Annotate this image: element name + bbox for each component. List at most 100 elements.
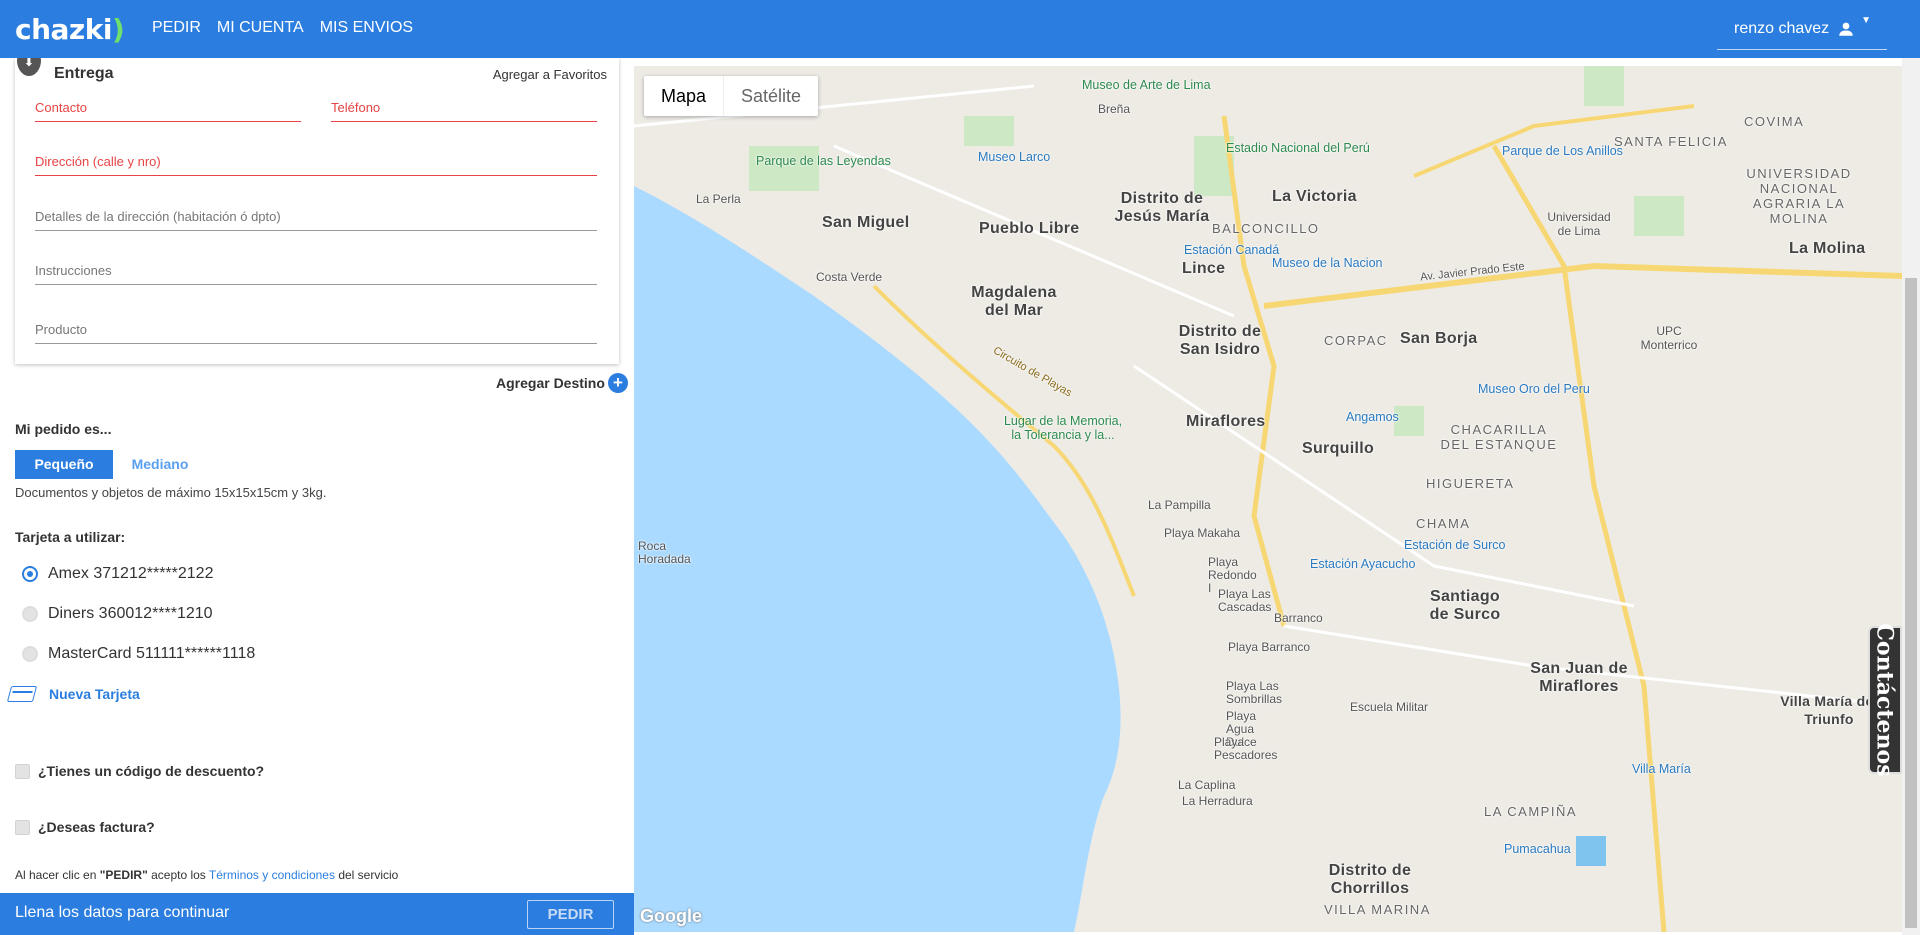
map-label: UNIVERSIDAD NACIONAL AGRARIA LA MOLINA	[1746, 166, 1852, 226]
map-label: Roca Horadada	[638, 539, 691, 566]
user-name: renzo chavez	[1734, 19, 1830, 37]
user-icon	[1839, 22, 1853, 36]
map-label: HIGUERETA	[1426, 476, 1515, 491]
map-poi[interactable]: Escuela Militar	[1350, 700, 1428, 714]
map-label: Surquillo	[1302, 440, 1375, 457]
map-label: Costa Verde	[816, 270, 883, 284]
discount-option[interactable]: ¿Tienes un código de descuento?	[15, 763, 264, 779]
map-poi[interactable]: Angamos	[1346, 410, 1399, 424]
map-label: Distrito de Jesús María	[1114, 190, 1210, 225]
map-poi[interactable]: UPC Monterrico	[1634, 324, 1704, 352]
add-destination-button[interactable]: Agregar Destino +	[496, 373, 628, 393]
contact-us-tab[interactable]: Contáctenos	[1868, 623, 1902, 777]
card-option-amex[interactable]: Amex 371212*****2122	[22, 565, 213, 583]
card-label: MasterCard 511111******1118	[48, 645, 256, 662]
radio-selected[interactable]	[22, 566, 38, 582]
map-label: La Perla	[696, 192, 741, 206]
page-scrollbar[interactable]	[1902, 58, 1920, 935]
new-card-button[interactable]: Nueva Tarjeta	[6, 686, 140, 702]
address-details-field[interactable]: Detalles de la dirección (habitación ó d…	[35, 209, 597, 231]
map-type-toggle: Mapa Satélite	[644, 76, 819, 116]
size-small-button[interactable]: Pequeño	[15, 450, 113, 479]
discount-checkbox[interactable]	[15, 763, 30, 779]
address-field[interactable]: Dirección (calle y nro)	[35, 154, 597, 176]
map-label: LA CAMPIÑA	[1484, 804, 1578, 819]
map-label: VILLA MARINA	[1324, 902, 1431, 917]
google-logo: Google	[640, 906, 702, 926]
card-option-diners[interactable]: Diners 360012****1210	[22, 605, 213, 623]
phone-field[interactable]: Teléfono	[331, 100, 597, 122]
map-pin-icon: ⬇	[17, 58, 41, 76]
map-poi[interactable]: Museo de Arte de Lima	[1082, 78, 1211, 92]
map-poi[interactable]: Universidad de Lima	[1544, 210, 1614, 238]
map-label: Playa Barranco	[1228, 640, 1311, 654]
scrollbar-thumb[interactable]	[1905, 278, 1917, 928]
map-label: Playa Las Cascadas	[1218, 587, 1272, 614]
map-label: La Herradura	[1182, 794, 1253, 808]
payment-heading: Tarjeta a utilizar:	[15, 529, 126, 545]
nav-mi-cuenta[interactable]: MI CUENTA	[217, 19, 304, 37]
map-label: Barranco	[1274, 611, 1323, 625]
terms-text: Al hacer clic en "PEDIR" acepto los Térm…	[15, 868, 399, 882]
map-label: La Victoria	[1272, 188, 1357, 205]
map-label: Miraflores	[1186, 413, 1266, 430]
map-poi[interactable]: Pumacahua	[1504, 842, 1571, 856]
order-heading: Mi pedido es...	[15, 421, 112, 437]
map-poi[interactable]: Villa María	[1632, 762, 1691, 776]
map-label: Pueblo Libre	[979, 220, 1080, 237]
map-type-mapa[interactable]: Mapa	[644, 76, 723, 116]
card-option-mastercard[interactable]: MasterCard 511111******1118	[22, 645, 255, 663]
map-poi[interactable]: Lugar de la Memoria, la Tolerancia y la.…	[998, 414, 1128, 442]
map-label: San Juan de Miraflores	[1530, 660, 1628, 695]
map-type-satelite[interactable]: Satélite	[723, 76, 818, 116]
radio-unselected[interactable]	[22, 646, 38, 662]
pedir-button[interactable]: PEDIR	[527, 900, 614, 929]
map-poi[interactable]: Parque de las Leyendas	[756, 154, 891, 168]
map-label: La Molina	[1789, 240, 1866, 257]
map-label: Playa Pescadores	[1214, 735, 1278, 762]
map-poi[interactable]: Estación Canadá	[1184, 243, 1279, 257]
footer-message: Llena los datos para continuar	[15, 904, 230, 921]
map-label: Distrito de Chorrillos	[1328, 862, 1412, 897]
credit-card-icon	[6, 686, 38, 702]
map-poi[interactable]: Estación Ayacucho	[1310, 557, 1415, 571]
map-poi[interactable]: Museo Oro del Peru	[1478, 382, 1590, 396]
order-form-panel: ⬇ Entrega Agregar a Favoritos Contacto T…	[0, 58, 634, 935]
map-label: SANTA FELICIA	[1614, 134, 1728, 149]
invoice-label: ¿Deseas factura?	[38, 819, 155, 835]
product-field[interactable]: Producto	[35, 322, 597, 344]
contact-field[interactable]: Contacto	[35, 100, 301, 122]
map-label: Magdalena del Mar	[971, 284, 1057, 319]
invoice-checkbox[interactable]	[15, 819, 30, 835]
map-view[interactable]: Mapa Satélite San Miguel Pueblo Libre Ma…	[634, 66, 1902, 932]
map-label: Lince	[1182, 260, 1226, 277]
delivery-title: Entrega	[54, 65, 114, 82]
top-navbar: chazki) PEDIR MI CUENTA MIS ENVIOS renzo…	[0, 0, 1920, 58]
instructions-field[interactable]: Instrucciones	[35, 263, 597, 285]
nav-mis-envios[interactable]: MIS ENVIOS	[320, 19, 413, 37]
map-poi[interactable]: Estadio Nacional del Perú	[1226, 141, 1370, 155]
card-label: Diners 360012****1210	[48, 605, 213, 622]
chazki-logo[interactable]: chazki)	[15, 13, 125, 46]
terms-link[interactable]: Términos y condiciones	[209, 868, 335, 882]
nav-pedir[interactable]: PEDIR	[152, 19, 201, 37]
map-label: La Pampilla	[1148, 498, 1211, 512]
map-poi[interactable]: Estación de Surco	[1404, 538, 1505, 552]
radio-unselected[interactable]	[22, 606, 38, 622]
main-nav: PEDIR MI CUENTA MIS ENVIOS	[152, 19, 413, 37]
map-label: COVIMA	[1744, 114, 1805, 129]
map-label: Breña	[1098, 102, 1131, 116]
user-menu[interactable]: renzo chavez ▼	[1717, 8, 1887, 50]
map-label: Playa Las Sombrillas	[1226, 679, 1283, 706]
size-description: Documentos y objetos de máximo 15x15x15c…	[15, 485, 327, 500]
map-poi[interactable]: Parque de Los Anillos	[1502, 144, 1623, 158]
invoice-option[interactable]: ¿Deseas factura?	[15, 819, 155, 835]
map-label: Distrito de San Isidro	[1178, 323, 1262, 358]
add-favorites-link[interactable]: Agregar a Favoritos	[493, 67, 607, 82]
map-poi[interactable]: Museo Larco	[978, 150, 1050, 164]
delivery-card: ⬇ Entrega Agregar a Favoritos Contacto T…	[15, 58, 619, 364]
map-label: CORPAC	[1324, 333, 1388, 348]
card-label: Amex 371212*****2122	[48, 565, 214, 582]
size-medium-button[interactable]: Mediano	[120, 450, 200, 479]
map-poi[interactable]: Museo de la Nacion	[1272, 256, 1382, 270]
